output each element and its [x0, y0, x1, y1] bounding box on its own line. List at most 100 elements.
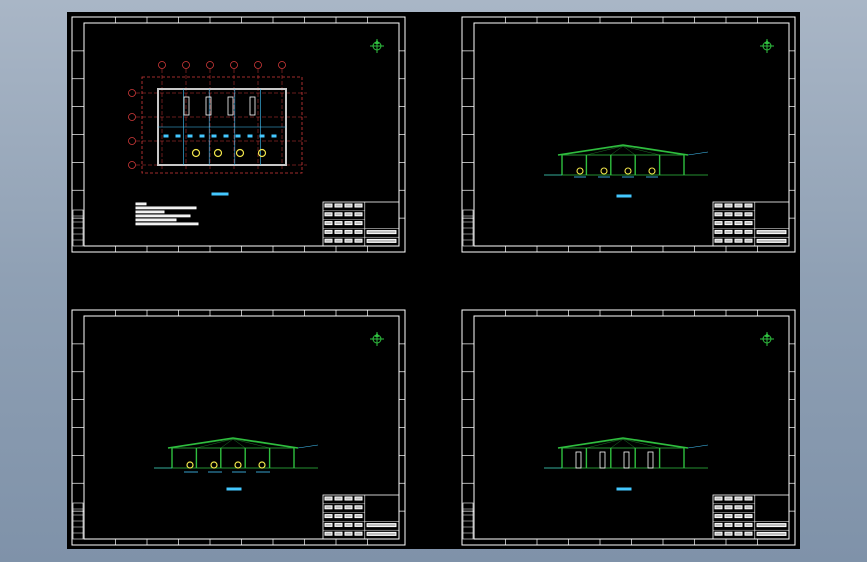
title-block-mark	[334, 496, 343, 501]
vessel-fixture	[213, 148, 223, 158]
title-block-mark	[324, 531, 333, 536]
title-block-mark	[334, 212, 343, 217]
elevation	[544, 144, 709, 198]
title-block-mark	[734, 221, 743, 226]
title-block-mark	[724, 505, 733, 510]
pump-equipment	[234, 461, 242, 469]
north-arrow-head	[375, 332, 379, 337]
pump-equipment	[210, 461, 218, 469]
grid-bubble	[230, 61, 238, 69]
equipment-mark	[235, 134, 241, 138]
dimension-line	[297, 444, 319, 449]
equipment-mark	[271, 134, 277, 138]
vessel-fixture	[191, 148, 201, 158]
sheet-2[interactable]	[461, 16, 796, 253]
title-block-mark	[334, 522, 343, 527]
title-block-mark	[744, 496, 753, 501]
north-arrow-icon	[760, 332, 774, 346]
equipment-mark	[259, 134, 265, 138]
title-block-mark	[734, 203, 743, 208]
tank-equipment	[575, 451, 582, 469]
title-block-mark	[334, 203, 343, 208]
grid-bubble	[278, 61, 286, 69]
title-block-mark	[366, 531, 397, 536]
pump-equipment	[258, 461, 266, 469]
title-block-mark	[734, 531, 743, 536]
floor-plan	[128, 61, 307, 196]
cad-drawing-canvas[interactable]	[67, 12, 800, 549]
equipment-mark	[211, 134, 217, 138]
title-block-mark	[344, 496, 353, 501]
north-arrow-head	[765, 332, 769, 337]
sheet-outer-border	[461, 309, 796, 546]
roof-line	[167, 437, 299, 449]
title-block-mark	[344, 505, 353, 510]
title-block-mark	[714, 212, 723, 217]
tank-fixture	[227, 96, 234, 116]
sheet-1[interactable]	[71, 16, 406, 253]
notes-block	[135, 202, 199, 226]
title-block-mark	[354, 203, 363, 208]
title-block-mark	[366, 238, 397, 243]
title-block-mark	[714, 531, 723, 536]
title-block-mark	[756, 523, 787, 528]
dimension-line	[687, 151, 709, 156]
north-arrow-icon	[370, 332, 384, 346]
tank-equipment	[599, 451, 606, 469]
title-block-mark	[324, 212, 333, 217]
title-block-mark	[324, 505, 333, 510]
title-block-mark	[714, 221, 723, 226]
vessel-fixture	[257, 148, 267, 158]
title-block-mark	[354, 238, 363, 243]
elevation	[154, 437, 319, 491]
title-block-mark	[744, 505, 753, 510]
title-block-mark	[714, 203, 723, 208]
title-block-mark	[744, 212, 753, 217]
north-arrow-icon	[370, 39, 384, 53]
pump-equipment	[600, 167, 608, 175]
title-block-mark	[366, 230, 397, 235]
title-block-mark	[324, 514, 333, 519]
title-block-mark	[344, 531, 353, 536]
sheet-4[interactable]	[461, 309, 796, 546]
title-block-mark	[344, 229, 353, 234]
title-block-mark	[324, 522, 333, 527]
title-block-mark	[324, 221, 333, 226]
title-block	[712, 201, 790, 247]
elevation	[544, 437, 709, 491]
title-block-mark	[724, 203, 733, 208]
title-block-mark	[334, 531, 343, 536]
north-arrow-head	[765, 39, 769, 44]
title-block-mark	[344, 203, 353, 208]
sheet-outer-border	[461, 16, 796, 253]
equipment-mark	[187, 134, 193, 138]
title-block-mark	[344, 212, 353, 217]
equipment-mark	[247, 134, 253, 138]
title-block-mark	[354, 496, 363, 501]
title-block-mark	[714, 514, 723, 519]
title-block	[322, 494, 400, 540]
title-block-mark	[354, 531, 363, 536]
cad-viewport[interactable]	[67, 12, 800, 549]
title-block-mark	[334, 221, 343, 226]
sheet-3[interactable]	[71, 309, 406, 546]
title-block-mark	[724, 212, 733, 217]
title-block-mark	[734, 238, 743, 243]
plan-caption-mark	[211, 192, 229, 196]
title-block-mark	[366, 523, 397, 528]
title-block-mark	[734, 522, 743, 527]
title-block	[322, 201, 400, 247]
title-block-mark	[756, 238, 787, 243]
vessel-fixture	[235, 148, 245, 158]
title-block-mark	[334, 505, 343, 510]
elevation-caption-mark	[616, 487, 632, 491]
title-block	[712, 494, 790, 540]
dimension-line	[687, 444, 709, 449]
title-block-mark	[334, 514, 343, 519]
title-block-mark	[344, 238, 353, 243]
tank-fixture	[183, 96, 190, 116]
grid-bubble	[128, 137, 136, 145]
title-block-mark	[714, 505, 723, 510]
grid-bubble	[254, 61, 262, 69]
site-boundary	[141, 76, 303, 174]
